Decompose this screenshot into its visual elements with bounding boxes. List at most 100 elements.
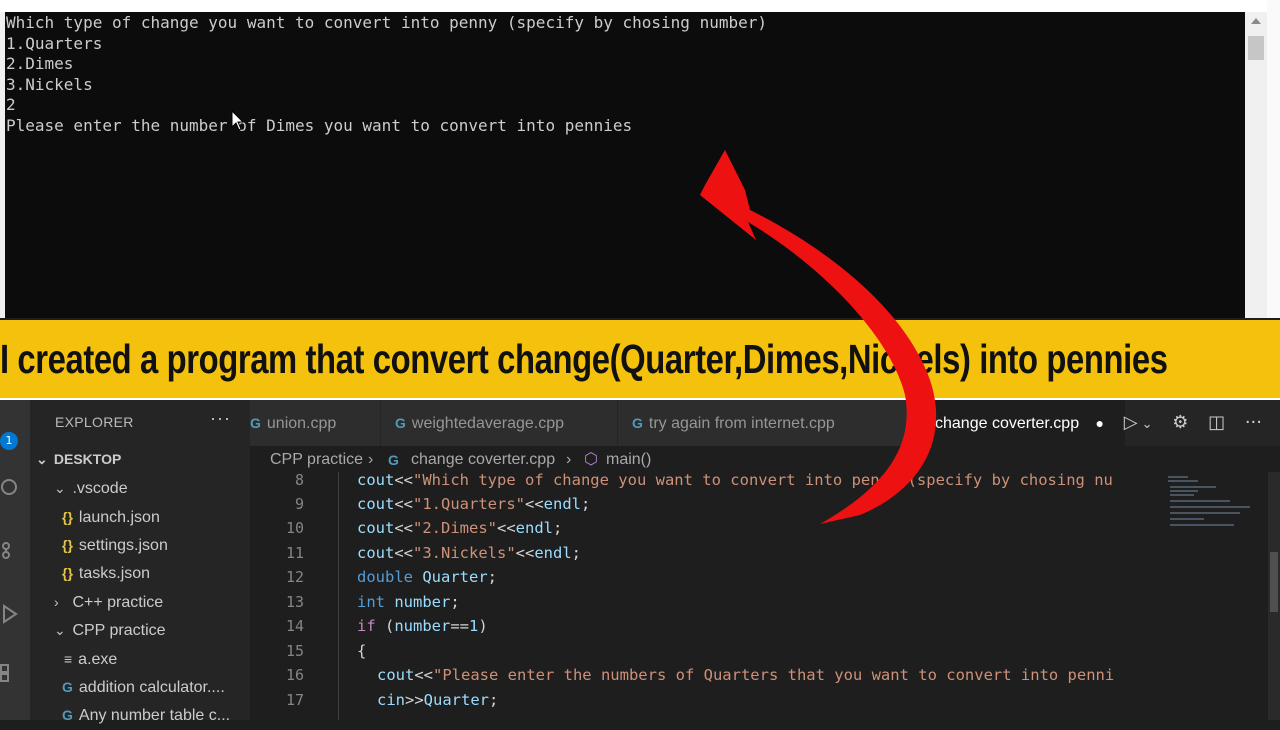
cpp-file-icon: G xyxy=(250,415,261,431)
chevron-right-icon: › xyxy=(368,451,374,468)
line-number: 16 xyxy=(285,666,304,684)
tree-item-label: tasks.json xyxy=(78,565,151,582)
breadcrumb-file[interactable]: change coverter.cpp xyxy=(411,446,555,474)
extensions-icon[interactable] xyxy=(0,662,20,682)
line-number: 10 xyxy=(285,519,304,537)
minimap[interactable] xyxy=(1162,472,1262,720)
tree-item-label: DESKTOP xyxy=(53,451,122,467)
breadcrumb-symbol[interactable]: main() xyxy=(606,446,651,474)
code-editor[interactable]: 8 9 10 11 12 13 14 15 16 17 cout<<"Which… xyxy=(250,472,1162,720)
caption-banner: I created a program that convert change(… xyxy=(0,320,1280,398)
chevron-down-icon: ⌄ xyxy=(54,622,66,638)
line-number: 9 xyxy=(294,495,304,513)
code-line[interactable]: cin>>Quarter; xyxy=(377,688,498,712)
gear-icon[interactable]: ⚙ xyxy=(1172,412,1188,433)
more-actions-icon[interactable]: ··· xyxy=(210,408,231,429)
editor-scrollbar[interactable] xyxy=(1268,472,1280,720)
minimap-line xyxy=(1168,480,1198,482)
run-icon[interactable]: ▷ xyxy=(1124,412,1138,433)
more-actions-icon[interactable]: ··· xyxy=(1245,412,1262,433)
line-number: 14 xyxy=(285,617,304,635)
code-line[interactable]: int number; xyxy=(357,590,460,614)
console-scrollbar[interactable] xyxy=(1245,12,1267,318)
mouse-pointer-icon xyxy=(231,110,245,131)
search-icon[interactable] xyxy=(0,478,20,498)
line-number: 15 xyxy=(285,642,304,660)
tree-item-tasks-json[interactable]: {} tasks.json xyxy=(62,559,150,587)
console-title-bar[interactable] xyxy=(0,0,1280,12)
console-scroll-thumb[interactable] xyxy=(1248,36,1264,60)
tree-item-label: a.exe xyxy=(78,651,118,668)
tree-item-label: C++ practice xyxy=(72,594,164,611)
chevron-right-icon: › xyxy=(566,451,572,468)
tab-change-coverter-cpp[interactable]: change coverter.cpp ● xyxy=(915,400,1126,446)
tree-item-label: addition calculator.... xyxy=(78,679,225,696)
run-debug-icon[interactable] xyxy=(0,604,20,624)
breadcrumb-folder[interactable]: CPP practice xyxy=(270,446,363,474)
tree-item-desktop[interactable]: ⌄ DESKTOP xyxy=(36,445,121,473)
json-file-icon: {} xyxy=(62,509,73,525)
tree-item-cpp-practice[interactable]: ⌄ CPP practice xyxy=(54,616,166,644)
chevron-down-icon[interactable]: ⌄ xyxy=(1142,417,1153,432)
line-number: 11 xyxy=(285,544,304,562)
code-line[interactable]: cout<<"1.Quarters"<<endl; xyxy=(357,492,590,516)
line-number: 13 xyxy=(285,593,304,611)
editor-scroll-thumb[interactable] xyxy=(1270,552,1278,612)
console-line: 2 xyxy=(6,95,16,114)
cpp-file-icon: G xyxy=(632,415,643,431)
cube-icon: ⬡ xyxy=(584,451,598,468)
chevron-down-icon: ⌄ xyxy=(36,451,48,467)
notification-badge: 1 xyxy=(0,432,18,450)
tab-try-again-cpp[interactable]: Gtry again from internet.cpp xyxy=(618,400,915,446)
console-screen[interactable]: Which type of change you want to convert… xyxy=(5,12,1245,318)
code-line[interactable]: { xyxy=(357,639,366,663)
minimap-line xyxy=(1170,512,1240,514)
binary-file-icon: ≡ xyxy=(64,651,73,667)
tab-union-cpp[interactable]: Gunion.cpp xyxy=(250,400,381,446)
code-line[interactable]: cout<<"3.Nickels"<<endl; xyxy=(357,541,581,565)
console-line: Which type of change you want to convert… xyxy=(6,13,767,32)
tree-item-label: settings.json xyxy=(78,537,168,554)
tree-item-any-number-table[interactable]: G Any number table c... xyxy=(62,701,230,729)
tab-label: change coverter.cpp xyxy=(935,415,1080,432)
tree-item-vscode-folder[interactable]: ⌄ .vscode xyxy=(54,474,128,502)
breadcrumb: CPP practice › G change coverter.cpp › ⬡… xyxy=(250,446,1280,474)
tree-item-label: .vscode xyxy=(72,480,128,497)
unsaved-dot-icon[interactable]: ● xyxy=(1096,415,1104,431)
code-line[interactable]: cout<<"2.Dimes"<<endl; xyxy=(357,516,562,540)
cpp-file-icon: G xyxy=(388,452,399,468)
code-line[interactable]: cout<<"Which type of change you want to … xyxy=(357,472,1113,492)
minimap-line xyxy=(1170,486,1216,488)
editor-actions: ▷ ⌄ ⚙ ◫ ··· xyxy=(1110,412,1262,433)
code-line[interactable]: cout<<"Please enter the numbers of Quart… xyxy=(377,663,1114,687)
split-editor-icon[interactable]: ◫ xyxy=(1208,412,1225,433)
tree-item-launch-json[interactable]: {} launch.json xyxy=(62,503,160,531)
console-line: Please enter the number of Dimes you wan… xyxy=(6,116,633,135)
console-line: 3.Nickels xyxy=(6,75,93,94)
console-window: Which type of change you want to convert… xyxy=(0,0,1280,318)
tab-weightedaverage-cpp[interactable]: Gweightedaverage.cpp xyxy=(381,400,618,446)
minimap-line xyxy=(1170,524,1234,526)
source-control-icon[interactable] xyxy=(0,540,20,560)
tree-item-label: launch.json xyxy=(78,509,160,526)
minimap-line xyxy=(1170,494,1194,496)
minimap-line xyxy=(1170,500,1230,502)
tree-item-settings-json[interactable]: {} settings.json xyxy=(62,531,168,559)
chevron-right-icon: › xyxy=(54,594,59,610)
console-line: 2.Dimes xyxy=(6,54,74,73)
cpp-file-icon: G xyxy=(395,415,406,431)
explorer-sidebar: EXPLORER ··· ⌄ DESKTOP ⌄ .vscode {} launc… xyxy=(30,400,250,724)
cpp-file-icon: G xyxy=(62,679,73,695)
activity-bar: 1 xyxy=(0,400,30,720)
tree-item-addition-calculator[interactable]: Gaddition calculator.... xyxy=(62,673,225,701)
tree-item-cplusplus-practice[interactable]: › C++ practice xyxy=(54,588,163,616)
tree-item-label: CPP practice xyxy=(72,622,166,639)
cpp-file-icon: G xyxy=(62,707,73,723)
code-line[interactable]: double Quarter; xyxy=(357,565,497,589)
code-line[interactable]: if (number==1) xyxy=(357,614,488,638)
tree-item-label: Any number table c... xyxy=(78,707,231,724)
console-border xyxy=(1267,0,1280,318)
scroll-up-icon[interactable] xyxy=(1251,18,1261,24)
chevron-down-icon: ⌄ xyxy=(54,480,66,496)
tree-item-a-exe[interactable]: ≡ a.exe xyxy=(64,645,117,673)
